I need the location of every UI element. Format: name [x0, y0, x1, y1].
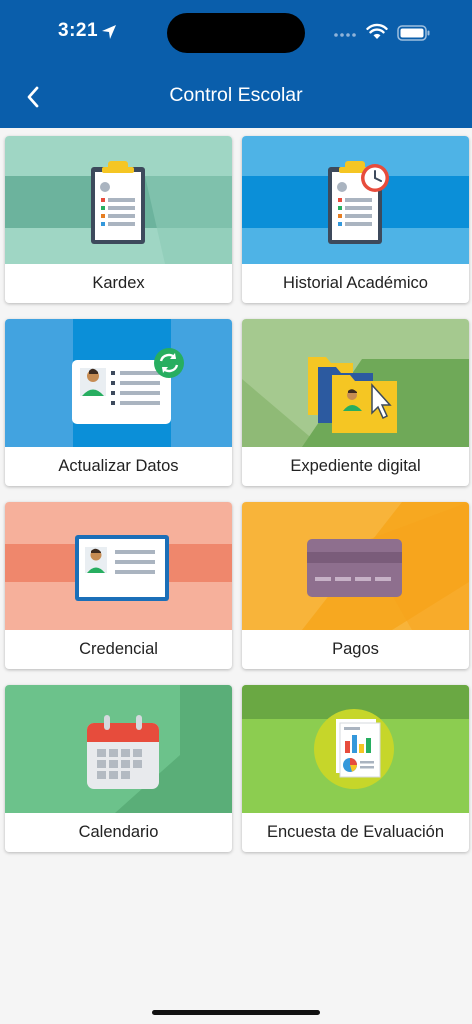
tile-actualizar-datos[interactable]: Actualizar Datos: [5, 319, 232, 486]
status-time: 3:21: [58, 20, 99, 41]
tile-label: Calendario: [78, 823, 159, 841]
tile-pagos[interactable]: Pagos: [242, 502, 469, 669]
tile-calendario[interactable]: Calendario: [5, 685, 232, 852]
tile-label: Encuesta de Evaluación: [266, 823, 445, 841]
tile-image: [5, 319, 232, 447]
clipboard-clock-icon: [242, 136, 469, 264]
signal-dots-icon: [334, 33, 356, 37]
id-card-refresh-icon: [5, 319, 232, 447]
tile-label: Historial Académico: [283, 274, 428, 292]
tile-label: Expediente digital: [290, 457, 421, 475]
tile-label: Kardex: [92, 274, 145, 292]
dynamic-island: [167, 13, 305, 53]
page-title: Control Escolar: [169, 84, 303, 106]
tile-historial-academico[interactable]: Historial Académico: [242, 136, 469, 303]
location-arrow-icon: [102, 25, 116, 39]
tile-image: [242, 136, 469, 264]
tile-kardex[interactable]: Kardex: [5, 136, 232, 303]
folders-icon: [242, 319, 469, 447]
tile-label: Actualizar Datos: [58, 457, 179, 475]
calendar-icon: [5, 685, 232, 813]
credit-card-icon: [242, 502, 469, 630]
tile-encuesta-de-evaluacion[interactable]: Encuesta de Evaluación: [242, 685, 469, 852]
tile-credencial[interactable]: Credencial: [5, 502, 232, 669]
tile-image: [5, 136, 232, 264]
tile-label: Pagos: [332, 640, 379, 658]
battery-icon: [397, 25, 430, 41]
id-badge-icon: [5, 502, 232, 630]
tile-expediente-digital[interactable]: Expediente digital: [242, 319, 469, 486]
survey-report-icon: [242, 685, 469, 813]
app-header: 3:21 Control Escolar: [0, 0, 472, 128]
tile-image: [242, 502, 469, 630]
home-indicator[interactable]: [152, 1010, 320, 1015]
tile-image: [5, 502, 232, 630]
tile-image: [242, 685, 469, 813]
tile-label: Credencial: [79, 640, 158, 658]
wifi-icon: [366, 23, 388, 39]
tile-image: [242, 319, 469, 447]
clipboard-icon: [5, 136, 232, 264]
tile-image: [5, 685, 232, 813]
